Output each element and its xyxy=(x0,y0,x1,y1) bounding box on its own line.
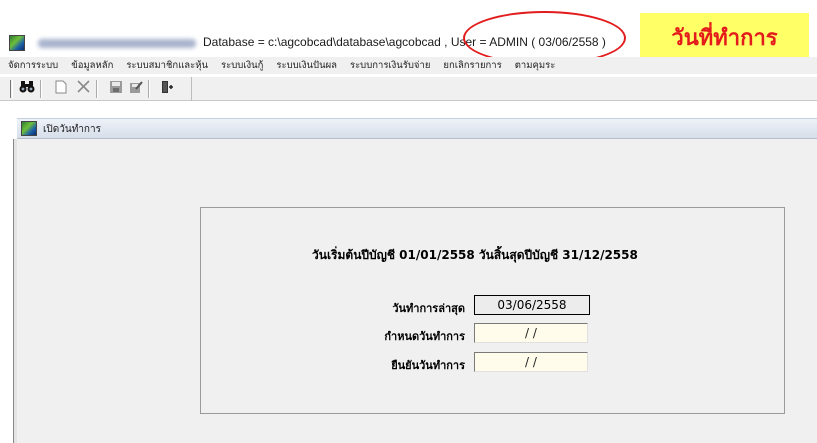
toolbar xyxy=(0,77,817,101)
exit-door-icon[interactable] xyxy=(158,80,176,98)
menu-item-master-data[interactable]: ข้อมูลหลัก xyxy=(71,57,113,74)
new-document-icon[interactable] xyxy=(52,80,70,98)
toolbar-end-divider xyxy=(191,77,192,101)
menu-item-control[interactable]: ตามคุมระ xyxy=(515,57,556,74)
last-work-date-field: 03/06/2558 xyxy=(474,295,590,315)
menu-bar: จัดการระบบ ข้อมูลหลัก ระบบสมาชิกและหุ้น ระบ… xyxy=(0,57,817,74)
annotation-callout: วันที่ทำการ xyxy=(640,13,809,57)
save-icon[interactable] xyxy=(107,80,125,98)
edit-icon[interactable] xyxy=(127,80,145,98)
toolbar-grip[interactable] xyxy=(10,80,13,98)
menu-item-members-shares[interactable]: ระบบสมาชิกและหุ้น xyxy=(126,57,208,74)
child-window-title: เปิดวันทำการ xyxy=(43,124,101,135)
confirm-work-date-label: ยืนยันวันทำการ xyxy=(391,359,465,372)
app-logo-icon xyxy=(9,35,25,51)
toolbar-separator xyxy=(96,80,98,98)
menu-item-dividends[interactable]: ระบบเงินปันผล xyxy=(276,57,337,74)
child-window-title-bar[interactable]: เปิดวันทำการ xyxy=(17,118,817,139)
menu-item-loans[interactable]: ระบบเงินกู้ xyxy=(221,57,263,74)
last-work-date-label: วันทำการล่าสุด xyxy=(392,302,465,315)
set-work-date-input[interactable]: / / xyxy=(474,323,588,343)
toolbar-separator xyxy=(40,80,42,98)
binoculars-icon[interactable] xyxy=(18,80,36,98)
fiscal-period-text: วันเริ่มต้นปีบัญชี 01/01/2558 วันสิ้นสุด… xyxy=(312,248,638,262)
confirm-work-date-input[interactable]: / / xyxy=(474,352,588,372)
set-work-date-label: กำหนดวันทำการ xyxy=(384,330,465,343)
blurred-app-name xyxy=(38,39,196,48)
delete-icon[interactable] xyxy=(74,80,92,98)
toolbar-separator xyxy=(148,80,150,98)
menu-item-cancel-transactions[interactable]: ยกเลิกรายการ xyxy=(443,57,501,74)
annotation-callout-text: วันที่ทำการ xyxy=(671,26,778,51)
child-window-icon xyxy=(21,121,37,136)
menu-item-system[interactable]: จัดการระบบ xyxy=(8,57,58,74)
menu-item-finance[interactable]: ระบบการเงินรับจ่าย xyxy=(350,57,430,74)
